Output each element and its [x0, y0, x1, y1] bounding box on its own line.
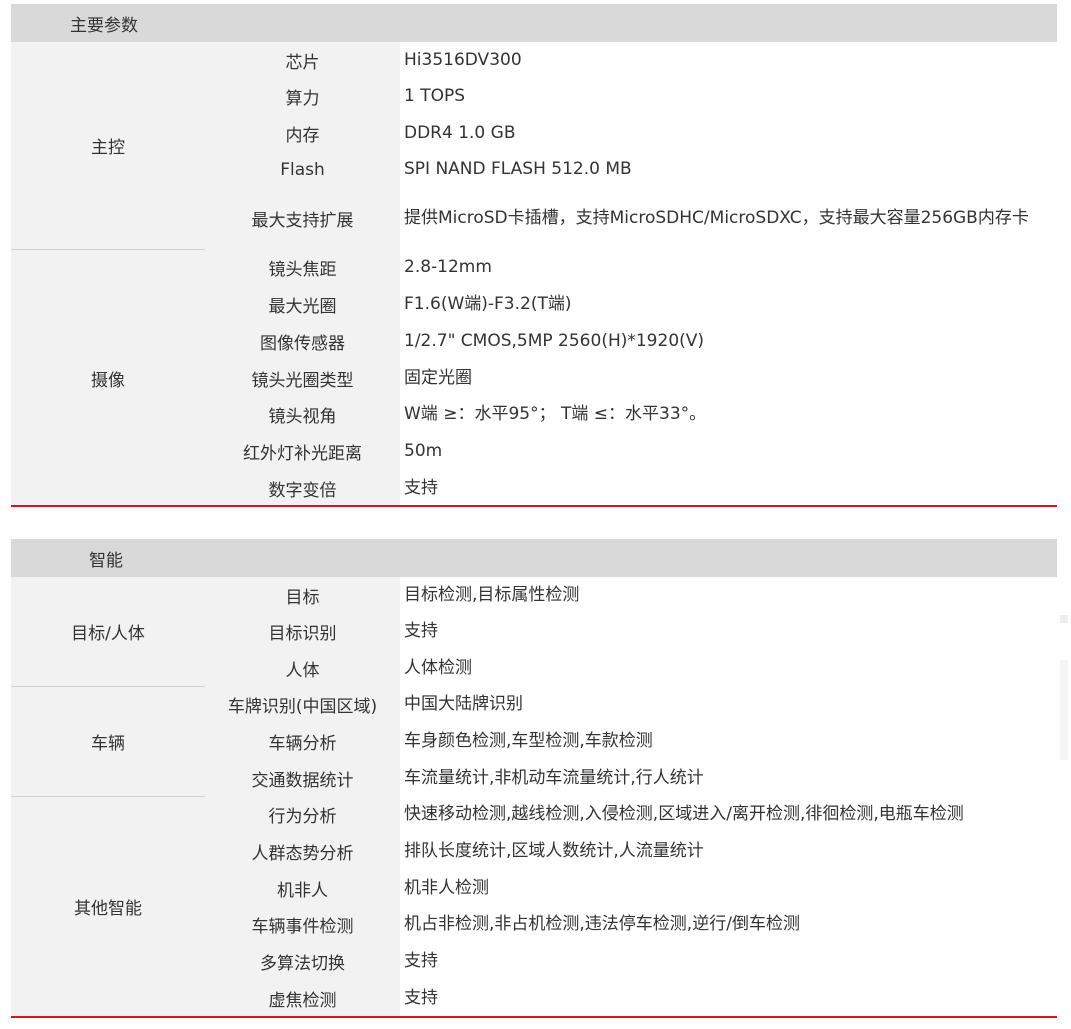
row-label: 芯片	[205, 42, 400, 78]
group-label: 目标/人体	[11, 577, 205, 686]
group-label: 主控	[11, 42, 205, 249]
section-header: 智能	[11, 539, 1057, 577]
row-label: 虚焦检测	[205, 980, 400, 1017]
spec-table-smart: 智能 目标/人体 目标 目标检测,目标属性检测 目标识别 支持 人体 人体检测 …	[11, 539, 1057, 1017]
table-row: 主控 芯片 Hi3516DV300	[11, 42, 1057, 249]
row-label: 图像传感器	[205, 323, 400, 360]
row-value: 支持	[400, 943, 1057, 980]
table-row: 其他智能 行为分析 快速移动检测,越线检测,入侵检测,区域进入/离开检测,徘徊检…	[11, 795, 1057, 1017]
row-value: 提供MicroSD卡插槽，支持MicroSDHC/MicroSDXC，支持最大容…	[400, 188, 1057, 249]
group-label: 其他智能	[11, 795, 205, 1017]
row-value: DDR4 1.0 GB	[400, 115, 1057, 151]
section-header: 主要参数	[11, 4, 1057, 42]
row-value: 机占非检测,非占机检测,违法停车检测,逆行/倒车检测	[400, 906, 1057, 943]
row-value: SPI NAND FLASH 512.0 MB	[400, 151, 1057, 188]
section-divider-red	[11, 505, 1057, 507]
row-value: 车身颜色检测,车型检测,车款检测	[400, 723, 1057, 760]
row-label: 镜头视角	[205, 396, 400, 433]
row-value: F1.6(W端)-F3.2(T端)	[400, 286, 1057, 323]
row-label: 最大支持扩展	[205, 188, 400, 249]
table-row: 车辆 车牌识别(中国区域) 中国大陆牌识别	[11, 685, 1057, 796]
row-label: 目标	[205, 577, 400, 613]
row-label: 人群态势分析	[205, 833, 400, 870]
row-label: 行为分析	[205, 796, 400, 833]
row-value: 1/2.7" CMOS,5MP 2560(H)*1920(V)	[400, 323, 1057, 360]
row-label: 内存	[205, 115, 400, 151]
row-label: 镜头焦距	[205, 249, 400, 286]
row-value: 车流量统计,非机动车流量统计,行人统计	[400, 760, 1057, 796]
row-value: 排队长度统计,区域人数统计,人流量统计	[400, 833, 1057, 870]
row-label: 目标识别	[205, 613, 400, 650]
row-label: 人体	[205, 650, 400, 686]
decorative-edge-mark	[1060, 615, 1068, 623]
table-row: 摄像 镜头焦距 2.8-12mm	[11, 248, 1057, 507]
row-label: 镜头光圈类型	[205, 360, 400, 396]
row-value: 目标检测,目标属性检测	[400, 577, 1057, 613]
group-label: 摄像	[11, 248, 205, 507]
row-label: 数字变倍	[205, 470, 400, 507]
row-value: 机非人检测	[400, 870, 1057, 906]
row-value: 支持	[400, 470, 1057, 507]
row-value: 2.8-12mm	[400, 249, 1057, 286]
row-label: 最大光圈	[205, 286, 400, 323]
row-label: 车牌识别(中国区域)	[205, 686, 400, 723]
row-value: Hi3516DV300	[400, 42, 1057, 78]
row-value: 支持	[400, 613, 1057, 650]
section-title: 主要参数	[11, 4, 1057, 42]
row-value: 支持	[400, 980, 1057, 1017]
row-label: 算力	[205, 78, 400, 115]
table-row: 目标/人体 目标 目标检测,目标属性检测	[11, 577, 1057, 686]
spec-table-main-params: 主要参数 主控 芯片 Hi3516DV300 算力 1 TOPS 内存 DDR4…	[11, 4, 1057, 507]
group-label: 车辆	[11, 685, 205, 796]
row-label: 多算法切换	[205, 943, 400, 980]
row-value: 1 TOPS	[400, 78, 1057, 115]
row-label: 车辆分析	[205, 723, 400, 760]
row-label: 红外灯补光距离	[205, 433, 400, 470]
section-divider-red	[11, 1016, 1057, 1018]
row-label: 交通数据统计	[205, 760, 400, 796]
row-label: 机非人	[205, 870, 400, 906]
row-value: 人体检测	[400, 650, 1057, 686]
decorative-edge-mark	[1060, 660, 1068, 760]
row-label: Flash	[205, 151, 400, 188]
row-value: W端 ≥：水平95°； T端 ≤：水平33°。	[400, 396, 1057, 433]
row-label: 车辆事件检测	[205, 906, 400, 943]
row-value: 固定光圈	[400, 360, 1057, 396]
row-value: 中国大陆牌识别	[400, 686, 1057, 723]
row-value: 快速移动检测,越线检测,入侵检测,区域进入/离开检测,徘徊检测,电瓶车检测	[400, 796, 1057, 833]
row-value: 50m	[400, 433, 1057, 470]
section-title: 智能	[11, 539, 1057, 577]
